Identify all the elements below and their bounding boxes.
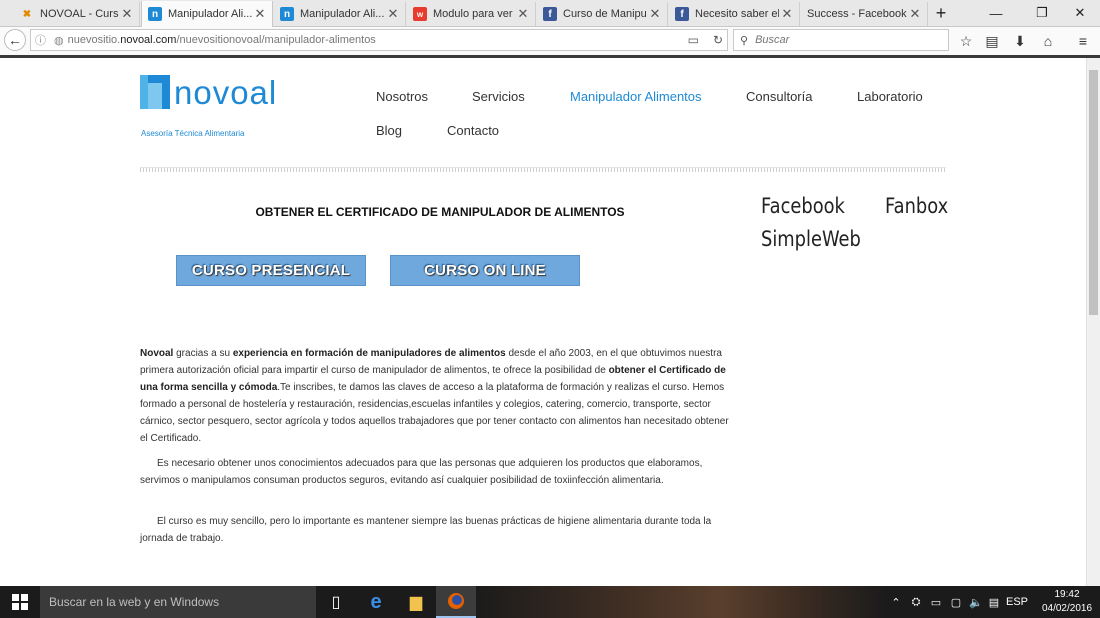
tab-title: Modulo para ver ... bbox=[433, 8, 515, 20]
fanbox-link[interactable]: Fanbox bbox=[885, 194, 948, 218]
brand-name: Novoal bbox=[140, 348, 174, 359]
back-icon[interactable]: ← bbox=[4, 29, 26, 51]
reload-icon[interactable]: ↻ bbox=[713, 33, 723, 47]
tab-3[interactable]: n Manipulador Ali... ✕ bbox=[274, 2, 406, 26]
web-page: novoal Asesoría Técnica Alimentaria Noso… bbox=[0, 58, 1086, 586]
clock-date: 04/02/2016 bbox=[1041, 603, 1093, 614]
tab-5[interactable]: f Curso de Manipu... ✕ bbox=[537, 2, 668, 26]
close-icon[interactable]: ✕ bbox=[385, 6, 401, 22]
task-view-icon[interactable]: ▯ bbox=[316, 586, 356, 618]
url-domain: novoal.com bbox=[120, 34, 177, 46]
tab-title: Necesito saber el... bbox=[695, 8, 779, 20]
tab-1[interactable]: ✖ NOVOAL - Curso... ✕ bbox=[14, 2, 140, 26]
close-icon[interactable]: ✕ bbox=[779, 6, 795, 22]
tab-7[interactable]: Success - Facebook l... ✕ bbox=[801, 2, 928, 26]
nav-item-servicios[interactable]: Servicios bbox=[472, 89, 525, 104]
windows-logo-icon bbox=[12, 594, 28, 610]
intro-paragraph: Novoal gracias a su experiencia en forma… bbox=[140, 345, 738, 447]
curso-online-button[interactable]: CURSO ON LINE bbox=[390, 255, 580, 286]
search-box[interactable]: ⚲ bbox=[733, 29, 949, 51]
firefox-logo-icon bbox=[448, 593, 464, 609]
chevron-up-icon[interactable]: ⌃ bbox=[886, 586, 906, 618]
edge-icon[interactable]: e bbox=[356, 586, 396, 618]
url-bar[interactable]: ⓘ ◍ nuevositio. novoal.com/nuevositionovo… bbox=[30, 29, 728, 51]
windows-start-icon[interactable] bbox=[0, 586, 40, 618]
nav-item-consultoria[interactable]: Consultoría bbox=[746, 89, 812, 104]
knowledge-paragraph: Es necesario obtener unos conocimientos … bbox=[140, 458, 703, 486]
home-icon[interactable]: ⌂ bbox=[1037, 31, 1059, 51]
logo-text: novoal bbox=[174, 74, 278, 111]
close-icon[interactable]: ✕ bbox=[907, 6, 923, 22]
nav-item-contacto[interactable]: Contacto bbox=[447, 123, 499, 138]
menu-icon[interactable]: ≡ bbox=[1072, 31, 1094, 51]
tab-title: NOVOAL - Curso... bbox=[40, 8, 119, 20]
page-scrollbar[interactable] bbox=[1086, 58, 1100, 586]
clock-time: 19:42 bbox=[1054, 589, 1080, 600]
taskbar: Buscar en la web y en Windows ▯ e ▆ ⌃ ⛭ … bbox=[0, 586, 1100, 618]
text-run-bold: experiencia en formación de manipuladore… bbox=[232, 348, 506, 359]
logo-mark-icon bbox=[140, 75, 170, 109]
close-icon[interactable]: ✕ bbox=[119, 6, 135, 22]
facebook-link[interactable]: Facebook bbox=[761, 194, 845, 218]
close-icon[interactable]: ✕ bbox=[252, 6, 268, 22]
simpleweb-link[interactable]: SimpleWeb bbox=[761, 227, 861, 251]
language-indicator[interactable]: ESP bbox=[1004, 586, 1030, 618]
tab-title: Success - Facebook l... bbox=[807, 8, 907, 20]
tab-2[interactable]: n Manipulador Ali... ✕ bbox=[141, 1, 273, 27]
url-path: /nuevositionovoal/manipulador-alimentos bbox=[176, 34, 376, 46]
n-icon: n bbox=[148, 7, 162, 21]
new-tab-button[interactable]: + bbox=[926, 2, 956, 24]
x-icon: ✖ bbox=[22, 8, 32, 20]
notifications-icon[interactable]: ▤ bbox=[986, 586, 1002, 618]
network-app-icon[interactable]: ⛭ bbox=[906, 586, 926, 618]
nav-item-blog[interactable]: Blog bbox=[376, 123, 402, 138]
globe-icon: ◍ bbox=[54, 34, 64, 47]
w-icon: w bbox=[413, 7, 427, 21]
bookmark-star-icon[interactable]: ☆ bbox=[955, 31, 977, 51]
taskbar-background bbox=[476, 586, 886, 618]
course-paragraph: El curso es muy sencillo, pero lo import… bbox=[140, 516, 712, 544]
file-explorer-icon[interactable]: ▆ bbox=[396, 586, 436, 618]
nav-item-nosotros[interactable]: Nosotros bbox=[376, 89, 428, 104]
nav-item-manipulador-alimentos[interactable]: Manipulador Alimentos bbox=[570, 89, 702, 104]
facebook-icon: f bbox=[543, 7, 557, 21]
clock[interactable]: 19:42 04/02/2016 bbox=[1038, 588, 1096, 616]
curso-presencial-button[interactable]: CURSO PRESENCIAL bbox=[176, 255, 366, 286]
download-icon[interactable]: ⬇ bbox=[1009, 31, 1031, 51]
taskbar-search[interactable]: Buscar en la web y en Windows bbox=[40, 586, 316, 618]
site-logo[interactable]: novoal Asesoría Técnica Alimentaria bbox=[140, 73, 276, 138]
tab-title: Manipulador Ali... bbox=[168, 8, 252, 20]
tab-6[interactable]: f Necesito saber el... ✕ bbox=[669, 2, 800, 26]
search-input[interactable] bbox=[753, 33, 938, 47]
battery-icon[interactable]: ▭ bbox=[926, 586, 946, 618]
minimize-icon[interactable]: — bbox=[976, 2, 1016, 24]
tab-title: Manipulador Ali... bbox=[300, 8, 385, 20]
logo-tagline: Asesoría Técnica Alimentaria bbox=[141, 129, 245, 138]
restore-icon[interactable]: ❐ bbox=[1022, 2, 1062, 24]
close-icon[interactable]: ✕ bbox=[515, 6, 531, 22]
n-icon: n bbox=[280, 7, 294, 21]
text-run: gracias a su bbox=[173, 348, 233, 359]
firefox-icon[interactable] bbox=[436, 586, 476, 618]
tab-4[interactable]: w Modulo para ver ... ✕ bbox=[407, 2, 536, 26]
info-icon[interactable]: ⓘ bbox=[35, 32, 46, 48]
page-title: OBTENER EL CERTIFICADO DE MANIPULADOR DE… bbox=[255, 205, 625, 219]
close-icon[interactable]: ✕ bbox=[647, 6, 663, 22]
reader-icon[interactable]: ▭ bbox=[688, 33, 699, 47]
volume-muted-icon[interactable]: 🔈 bbox=[966, 586, 986, 618]
url-prefix: nuevositio. bbox=[67, 34, 121, 46]
nav-item-laboratorio[interactable]: Laboratorio bbox=[857, 89, 923, 104]
window-close-icon[interactable]: ✕ bbox=[1060, 2, 1100, 24]
header-divider bbox=[140, 167, 946, 172]
display-icon[interactable]: ▢ bbox=[946, 586, 966, 618]
scrollbar-thumb[interactable] bbox=[1089, 70, 1098, 315]
facebook-icon: f bbox=[675, 7, 689, 21]
tab-title: Curso de Manipu... bbox=[563, 8, 647, 20]
tab-strip: ✖ NOVOAL - Curso... ✕ n Manipulador Ali.… bbox=[0, 0, 1100, 27]
bookmarks-list-icon[interactable]: ▤ bbox=[981, 31, 1003, 51]
navigation-toolbar: ← ⓘ ◍ nuevositio. novoal.com/nuevositiono… bbox=[0, 27, 1100, 58]
search-icon: ⚲ bbox=[740, 34, 749, 47]
